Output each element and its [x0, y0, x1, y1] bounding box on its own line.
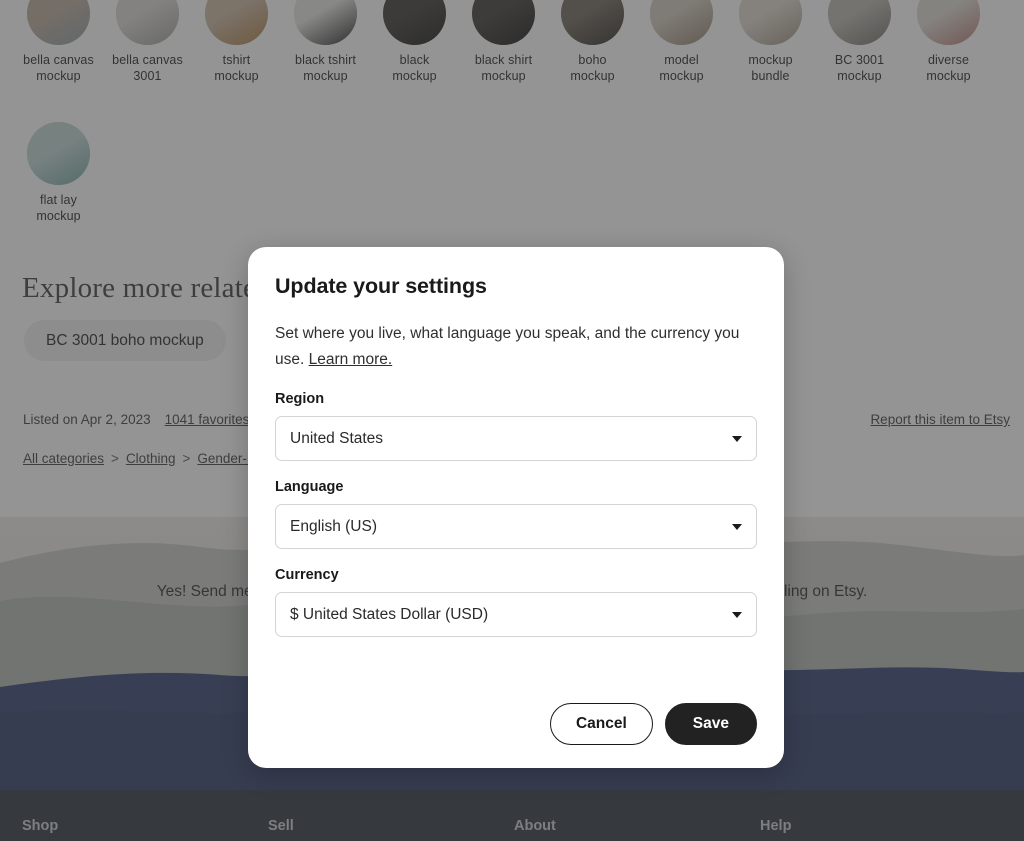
language-field: Language English (US): [275, 479, 757, 549]
modal-title: Update your settings: [275, 274, 487, 298]
chevron-down-icon: [732, 435, 742, 442]
chevron-down-icon: [732, 611, 742, 618]
modal-actions: Cancel Save: [549, 703, 757, 745]
save-button[interactable]: Save: [664, 703, 757, 745]
region-select[interactable]: United States: [275, 416, 757, 461]
language-label: Language: [275, 479, 344, 495]
language-select[interactable]: English (US): [275, 504, 757, 549]
currency-field: Currency $ United States Dollar (USD): [275, 567, 757, 637]
page-root: bella canvasmockupbella canvas3001tshirt…: [0, 0, 1024, 841]
region-field: Region United States: [275, 391, 757, 461]
currency-select-value: $ United States Dollar (USD): [290, 605, 489, 623]
cancel-button[interactable]: Cancel: [549, 703, 653, 745]
learn-more-link[interactable]: Learn more.: [309, 351, 393, 368]
modal-description: Set where you live, what language you sp…: [275, 321, 757, 373]
chevron-down-icon: [732, 523, 742, 530]
region-label: Region: [275, 391, 325, 407]
language-select-value: English (US): [290, 517, 377, 535]
update-settings-modal: Update your settings Set where you live,…: [248, 247, 784, 768]
region-select-value: United States: [290, 429, 384, 447]
currency-label: Currency: [275, 567, 339, 583]
currency-select[interactable]: $ United States Dollar (USD): [275, 592, 757, 637]
